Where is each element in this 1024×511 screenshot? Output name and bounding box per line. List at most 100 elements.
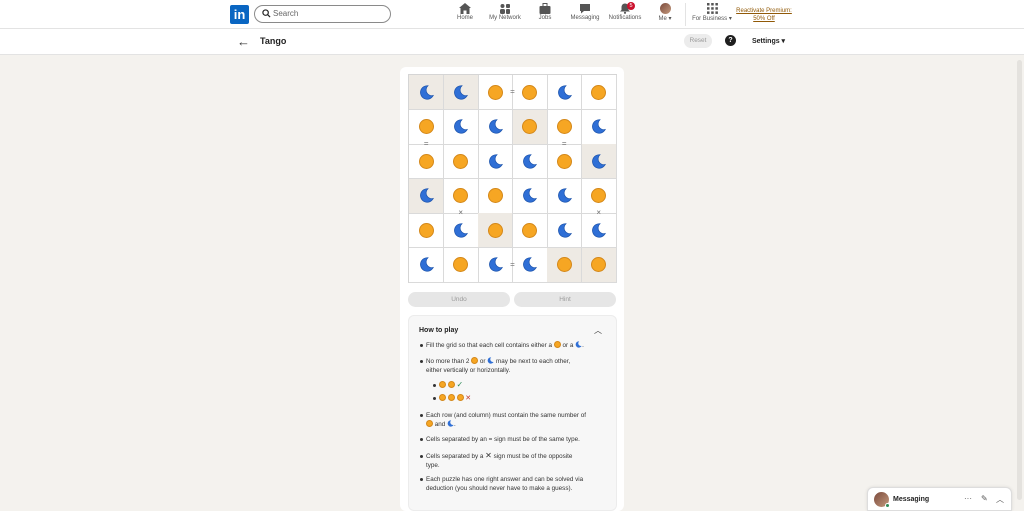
sun-icon [591, 257, 606, 272]
sun-icon [556, 153, 572, 169]
grid-cell[interactable] [409, 144, 444, 179]
cross-icon: ✕ [465, 395, 472, 402]
moon-icon [488, 153, 503, 169]
sun-icon [453, 188, 468, 203]
moon-icon [488, 257, 503, 272]
sun-icon [487, 188, 503, 203]
premium-line1: Reactivate Premium: [736, 8, 792, 14]
cross-icon: ✕ [485, 451, 492, 460]
moon-icon [523, 257, 537, 272]
grid-cell[interactable] [547, 247, 582, 283]
rule-1: Fill the grid so that each cell contains… [420, 341, 612, 350]
notifications-badge: 5 [627, 2, 635, 10]
opposite-sign: × [458, 208, 464, 217]
hint-button[interactable]: Hint [514, 292, 616, 307]
rule-4: Cells separated by an = sign must be of … [420, 435, 612, 444]
home-icon [459, 3, 471, 14]
grid-cell[interactable] [443, 109, 479, 145]
linkedin-logo[interactable]: in [230, 5, 249, 24]
equal-sign: = [510, 259, 515, 269]
grid-cell[interactable] [581, 109, 617, 145]
help-icon[interactable]: ? [725, 35, 736, 46]
moon-icon [454, 222, 468, 238]
grid-cell[interactable] [512, 75, 548, 110]
grid-cell[interactable] [443, 144, 479, 179]
grid-cell[interactable] [547, 178, 582, 214]
sun-icon [487, 222, 503, 238]
settings-dropdown[interactable]: Settings ▾ [752, 37, 785, 45]
sun-icon [447, 394, 455, 401]
moon-icon [487, 357, 494, 364]
chevron-up-icon[interactable]: ︿ [996, 494, 1004, 505]
sun-icon [453, 153, 468, 169]
sun-icon [522, 84, 537, 100]
grid-cell[interactable] [409, 247, 444, 283]
reset-button[interactable]: Reset [684, 34, 712, 48]
grid-cell[interactable] [547, 75, 582, 110]
grid-cell[interactable] [547, 213, 582, 248]
sun-icon [522, 222, 537, 238]
moon-icon [557, 84, 572, 100]
top-nav: in Search Home My Network Jobs Messaging… [0, 0, 1024, 29]
sun-icon [456, 394, 464, 401]
grid-cell[interactable] [512, 178, 548, 214]
nav-messaging-label: Messaging [570, 15, 600, 21]
sun-icon [522, 119, 537, 134]
moon-icon [592, 153, 606, 169]
more-icon[interactable]: ··· [964, 494, 972, 503]
grid-cell[interactable] [581, 75, 617, 110]
nav-me-label: Me ▾ [658, 16, 672, 22]
nav-for-business[interactable]: For Business ▾ [686, 3, 738, 22]
chevron-up-icon[interactable]: ︿ [594, 325, 602, 336]
grid-cell[interactable] [547, 144, 582, 179]
undo-button[interactable]: Undo [408, 292, 510, 307]
messaging-widget[interactable]: Messaging ··· ✎ ︿ [867, 487, 1012, 511]
grid-cell[interactable] [581, 247, 617, 283]
compose-icon[interactable]: ✎ [981, 494, 988, 503]
grid-cell[interactable] [581, 144, 617, 179]
how-to-play-title: How to play [419, 327, 459, 334]
sun-icon [453, 257, 468, 272]
grid-cell[interactable] [512, 213, 548, 248]
grid-cell[interactable] [478, 178, 513, 214]
moon-icon [447, 420, 454, 427]
rule-3: Each row (and column) must contain the s… [420, 411, 612, 429]
grid-cell[interactable] [581, 213, 617, 248]
reactivate-premium-link[interactable]: Reactivate Premium: 50% Off [733, 7, 795, 23]
page-title: Tango [260, 36, 287, 46]
grid-cell[interactable] [409, 178, 444, 214]
rule-6: Each puzzle has one right answer and can… [420, 475, 612, 493]
moon-icon [419, 84, 434, 100]
equal-sign: = [561, 139, 567, 148]
check-icon: ✓ [456, 380, 464, 389]
grid-cell[interactable] [478, 109, 513, 145]
back-arrow-icon[interactable]: ← [237, 35, 250, 48]
grid-cell[interactable] [512, 109, 548, 145]
grid-cell[interactable] [512, 144, 548, 179]
avatar [659, 3, 671, 14]
sun-icon [556, 257, 572, 272]
grid-cell[interactable] [478, 144, 513, 179]
sun-icon [487, 84, 503, 100]
sun-icon [553, 341, 561, 348]
sun-icon [591, 84, 606, 100]
chat-icon [580, 4, 590, 14]
moon-icon [523, 188, 537, 203]
search-input[interactable]: Search [254, 5, 391, 23]
nav-notifications-label: Notifications [608, 15, 642, 21]
grid-cell[interactable] [512, 247, 548, 283]
network-icon [500, 4, 510, 14]
search-icon [262, 9, 271, 18]
grid-cell[interactable] [409, 213, 444, 248]
grid-cell[interactable] [478, 213, 513, 248]
nav-home-label: Home [456, 15, 473, 21]
grid-cell[interactable] [443, 213, 479, 248]
tango-grid [408, 74, 617, 283]
grid-cell[interactable] [443, 75, 479, 110]
grid-cell[interactable] [409, 75, 444, 110]
page-scrollbar[interactable] [1017, 60, 1022, 500]
nav-me[interactable]: Me ▾ [640, 3, 690, 22]
grid-cell[interactable] [443, 247, 479, 283]
online-status-icon [885, 503, 890, 508]
grid-apps-icon [706, 3, 718, 14]
